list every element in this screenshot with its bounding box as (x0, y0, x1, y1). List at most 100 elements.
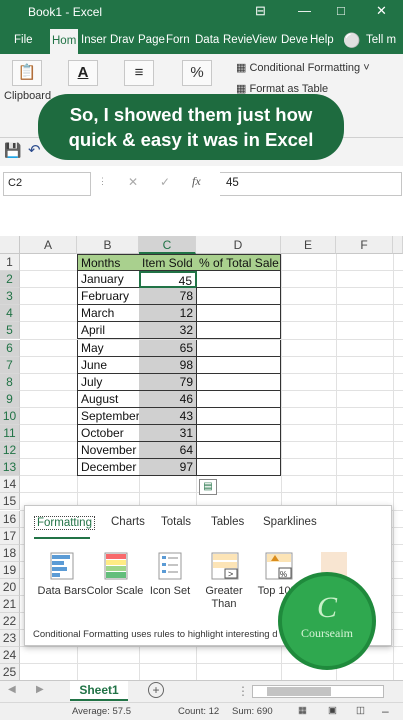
month-cell[interactable]: September (77, 407, 140, 425)
items-sold-cell[interactable]: 78 (139, 288, 197, 306)
add-sheet-button[interactable]: + (148, 682, 164, 698)
greater-than-icon[interactable]: > (211, 552, 239, 580)
name-box[interactable]: C2 (3, 172, 91, 196)
tab-developer[interactable]: Deve (281, 27, 308, 54)
minimize-button[interactable]: — (298, 3, 311, 18)
header-percent-total[interactable]: % of Total Sale (196, 254, 281, 271)
tab-file[interactable]: File (14, 27, 33, 54)
month-cell[interactable]: October (77, 425, 140, 442)
percent-cell[interactable] (196, 339, 281, 357)
tab-page-layout[interactable]: Page (138, 27, 165, 54)
month-cell[interactable]: February (77, 288, 140, 306)
row-header[interactable]: 3 (0, 288, 20, 306)
items-sold-cell[interactable]: 45 (139, 271, 197, 289)
row-header[interactable]: 19 (0, 561, 20, 579)
percent-cell[interactable] (196, 442, 281, 460)
row-header[interactable]: 1 (0, 254, 20, 271)
row-header[interactable]: 8 (0, 373, 20, 391)
top-ten-icon[interactable]: % (265, 552, 293, 580)
tab-help[interactable]: Help (310, 27, 334, 54)
items-sold-cell[interactable]: 12 (139, 305, 197, 323)
scroll-left-icon[interactable]: ◀ (8, 684, 16, 695)
row-header[interactable]: 16 (0, 510, 20, 528)
items-sold-cell[interactable]: 64 (139, 442, 197, 460)
tab-data[interactable]: Data (195, 27, 219, 54)
save-icon[interactable]: 💾 (4, 142, 21, 159)
more-sheets-icon[interactable]: ⋮ (237, 684, 249, 698)
percent-cell[interactable] (196, 425, 281, 442)
month-cell[interactable]: November (77, 442, 140, 460)
row-header[interactable]: 2 (0, 271, 20, 289)
percent-cell[interactable] (196, 322, 281, 340)
row-header[interactable]: 9 (0, 390, 20, 408)
horizontal-scrollbar[interactable] (252, 685, 384, 698)
icon-set-icon[interactable] (156, 552, 184, 580)
zoom-out-icon[interactable]: – (382, 704, 389, 718)
enter-icon[interactable]: ✓ (160, 175, 170, 189)
column-header-f[interactable]: F (336, 236, 393, 254)
column-header-b[interactable]: B (77, 236, 139, 254)
row-header[interactable]: 24 (0, 647, 20, 665)
row-header[interactable]: 20 (0, 578, 20, 596)
percent-cell[interactable] (196, 373, 281, 391)
row-header[interactable]: 21 (0, 596, 20, 613)
row-header[interactable]: 12 (0, 442, 20, 460)
items-sold-cell[interactable]: 32 (139, 322, 197, 340)
row-header[interactable]: 7 (0, 356, 20, 374)
scroll-right-icon[interactable]: ▶ (36, 684, 44, 695)
percent-cell[interactable] (196, 407, 281, 425)
row-header[interactable]: 17 (0, 527, 20, 545)
row-header[interactable]: 5 (0, 322, 20, 340)
qa-tab-charts[interactable]: Charts (111, 516, 145, 528)
percent-cell[interactable] (196, 288, 281, 306)
month-cell[interactable]: June (77, 356, 140, 374)
percent-cell[interactable] (196, 459, 281, 477)
cancel-icon[interactable]: ✕ (128, 175, 138, 189)
row-header[interactable]: 10 (0, 407, 20, 425)
row-header[interactable]: 25 (0, 664, 20, 682)
scrollbar-thumb[interactable] (267, 687, 331, 696)
percent-cell[interactable] (196, 390, 281, 408)
month-cell[interactable]: August (77, 390, 140, 408)
page-break-view-icon[interactable]: ◫ (356, 705, 365, 716)
column-header-e[interactable]: E (281, 236, 336, 254)
tell-me-search[interactable]: Tell m (366, 27, 396, 54)
row-header[interactable]: 11 (0, 425, 20, 442)
row-header[interactable]: 6 (0, 339, 20, 357)
header-months[interactable]: Months (77, 254, 140, 271)
column-header-a[interactable]: A (20, 236, 77, 254)
month-cell[interactable]: May (77, 339, 140, 357)
close-button[interactable]: ✕ (376, 3, 387, 19)
items-sold-cell[interactable]: 97 (139, 459, 197, 477)
row-header[interactable]: 18 (0, 544, 20, 562)
more-options-icon[interactable]: ⋮ (98, 176, 107, 187)
tab-draw[interactable]: Drav (110, 27, 134, 54)
quick-analysis-icon[interactable]: ▤ (199, 479, 217, 495)
row-header[interactable]: 23 (0, 630, 20, 648)
font-color-icon[interactable]: A (68, 60, 98, 86)
formula-input[interactable]: 45 (220, 172, 402, 196)
data-bars-icon[interactable] (48, 552, 76, 580)
insert-function-icon[interactable]: fx (192, 174, 201, 189)
row-header[interactable]: 22 (0, 613, 20, 631)
qa-tab-tables[interactable]: Tables (211, 516, 244, 528)
column-header-d[interactable]: D (196, 236, 281, 254)
tab-home[interactable]: Hom (50, 27, 78, 54)
number-format-button[interactable]: % (182, 60, 212, 86)
row-header[interactable]: 14 (0, 476, 20, 494)
month-cell[interactable]: January (77, 271, 140, 289)
alignment-icon[interactable]: ≡ (124, 60, 154, 86)
percent-cell[interactable] (196, 305, 281, 323)
qa-tab-formatting[interactable]: Formatting (34, 516, 95, 530)
month-cell[interactable]: December (77, 459, 140, 477)
items-sold-cell[interactable]: 43 (139, 407, 197, 425)
ribbon-display-icon[interactable]: ⊟ (255, 3, 266, 19)
column-header-c[interactable]: C (139, 236, 196, 254)
normal-view-icon[interactable]: ▦ (298, 705, 307, 716)
color-scale-icon[interactable] (102, 552, 130, 580)
month-cell[interactable]: July (77, 373, 140, 391)
items-sold-cell[interactable]: 31 (139, 425, 197, 442)
items-sold-cell[interactable]: 65 (139, 339, 197, 357)
header-item-sold[interactable]: Item Sold (139, 254, 197, 271)
items-sold-cell[interactable]: 79 (139, 373, 197, 391)
